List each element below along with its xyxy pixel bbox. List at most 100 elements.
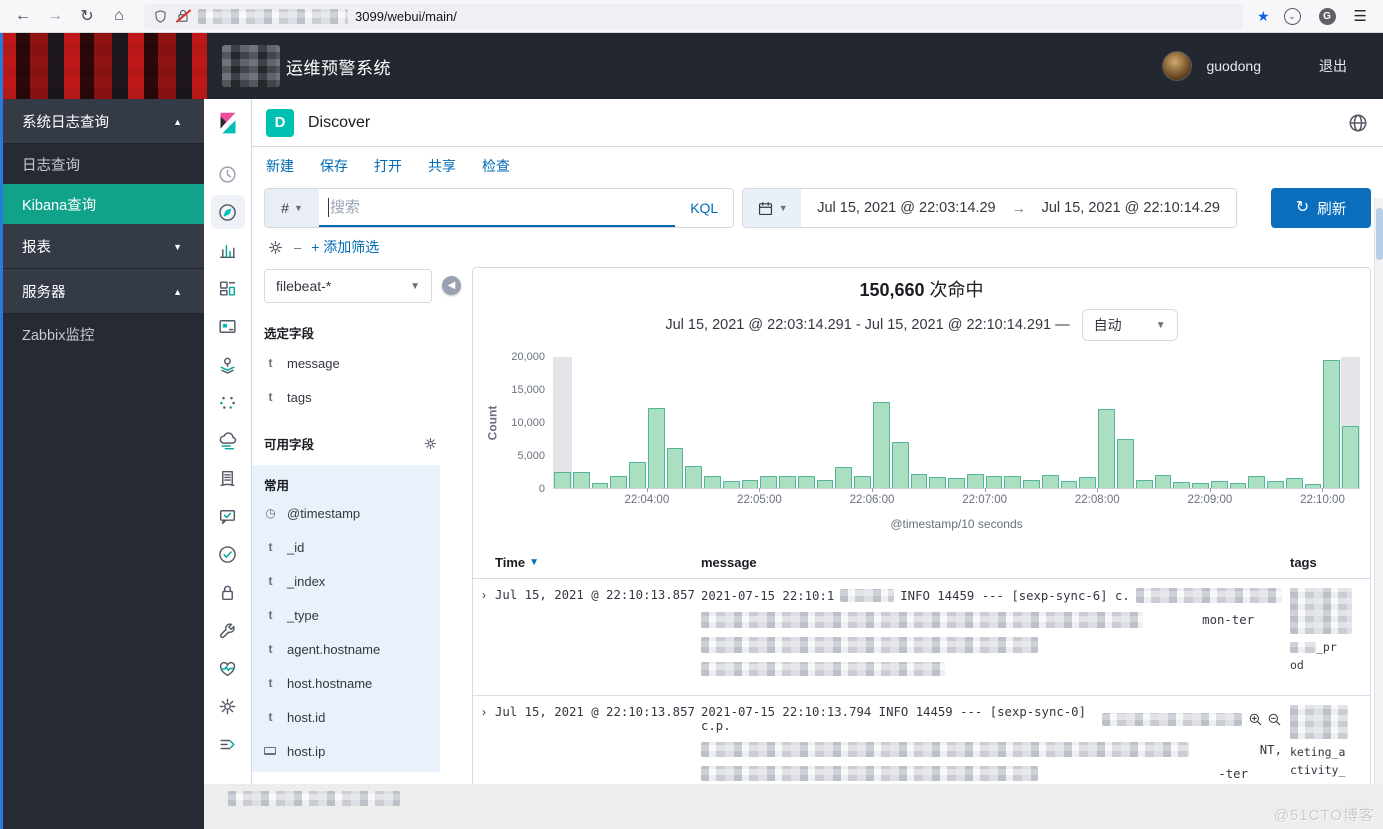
- bookmark-star-icon[interactable]: ★: [1257, 8, 1270, 25]
- visualize-icon[interactable]: [211, 233, 245, 267]
- sidebar-item-系统日志查询[interactable]: 系统日志查询▲: [0, 99, 204, 144]
- zoom-out-icon[interactable]: [1267, 712, 1282, 727]
- histogram-bar[interactable]: [760, 476, 777, 488]
- monitoring-heartbeat-icon[interactable]: [211, 651, 245, 685]
- histogram-bar[interactable]: [1023, 480, 1040, 488]
- menu-item-共享[interactable]: 共享: [428, 156, 456, 176]
- field-item-host.ip[interactable]: host.ip: [264, 734, 440, 768]
- dev-tools-wrench-icon[interactable]: [211, 613, 245, 647]
- histogram-bar[interactable]: [929, 477, 946, 488]
- scrollbar-thumb[interactable]: [1376, 208, 1383, 260]
- security-lock-icon[interactable]: [211, 575, 245, 609]
- histogram-bar[interactable]: [1230, 483, 1247, 488]
- histogram-bar[interactable]: [742, 480, 759, 489]
- pocket-icon[interactable]: ⌄: [1284, 8, 1301, 25]
- date-from[interactable]: Jul 15, 2021 @ 22:03:14.29: [801, 189, 1011, 227]
- canvas-icon[interactable]: [211, 309, 245, 343]
- machine-learning-icon[interactable]: [211, 385, 245, 419]
- histogram-bar[interactable]: [629, 462, 646, 488]
- index-pattern-select[interactable]: filebeat-* ▼: [264, 269, 432, 303]
- field-item-@timestamp[interactable]: ◷@timestamp: [264, 496, 440, 530]
- histogram-bar[interactable]: [1155, 475, 1172, 488]
- sidebar-item-日志查询[interactable]: 日志查询: [0, 144, 204, 184]
- expand-row-icon[interactable]: ›: [473, 705, 495, 719]
- date-to[interactable]: Jul 15, 2021 @ 22:10:14.29: [1026, 189, 1236, 227]
- refresh-button[interactable]: ↻ 刷新: [1271, 188, 1371, 228]
- histogram-bar[interactable]: [1136, 480, 1153, 489]
- histogram-bar[interactable]: [704, 476, 721, 488]
- histogram-bar[interactable]: [1342, 426, 1359, 488]
- dashboard-icon[interactable]: [211, 271, 245, 305]
- histogram-bar[interactable]: [817, 480, 834, 489]
- browser-account-avatar[interactable]: G: [1319, 8, 1336, 25]
- management-gear-icon[interactable]: [211, 689, 245, 723]
- field-item-agent.hostname[interactable]: tagent.hostname: [264, 632, 440, 666]
- user-avatar[interactable]: [1162, 51, 1192, 81]
- kql-toggle[interactable]: KQL: [675, 189, 733, 227]
- histogram-bar[interactable]: [1211, 481, 1228, 488]
- histogram-bar[interactable]: [779, 476, 796, 488]
- sidebar-item-报表[interactable]: 报表▼: [0, 224, 204, 269]
- expand-row-icon[interactable]: ›: [473, 588, 495, 602]
- histogram-bar[interactable]: [835, 467, 852, 488]
- logs-icon[interactable]: [211, 423, 245, 457]
- column-header-tags[interactable]: tags: [1290, 555, 1370, 570]
- browser-menu-icon[interactable]: ☰: [1354, 7, 1367, 25]
- histogram-bar[interactable]: [798, 476, 815, 488]
- collapse-sidebar-button[interactable]: ◀: [442, 276, 461, 295]
- field-item-_type[interactable]: t_type: [264, 598, 440, 632]
- histogram-bar[interactable]: [873, 402, 890, 488]
- shield-icon[interactable]: [153, 9, 168, 24]
- histogram-bar[interactable]: [573, 472, 590, 488]
- forward-icon[interactable]: →: [40, 3, 70, 29]
- filter-settings-gear-icon[interactable]: [267, 239, 284, 256]
- histogram-bar[interactable]: [948, 478, 965, 488]
- histogram-bar[interactable]: [967, 474, 984, 488]
- logout-button[interactable]: 退出: [1319, 56, 1347, 76]
- calendar-button[interactable]: ▼: [743, 189, 801, 227]
- help-icon[interactable]: [1347, 112, 1369, 134]
- search-input[interactable]: [330, 199, 675, 216]
- histogram-bar[interactable]: [1079, 477, 1096, 488]
- histogram-bar[interactable]: [592, 483, 609, 488]
- histogram-bar[interactable]: [685, 466, 702, 488]
- field-item-_index[interactable]: t_index: [264, 564, 440, 598]
- field-item-host.hostname[interactable]: thost.hostname: [264, 666, 440, 700]
- menu-item-检查[interactable]: 检查: [482, 156, 510, 176]
- field-settings-gear-icon[interactable]: [423, 436, 438, 451]
- histogram-bar[interactable]: [723, 481, 740, 488]
- notebook-icon[interactable]: [211, 461, 245, 495]
- histogram-bar[interactable]: [1323, 360, 1340, 488]
- histogram-bar[interactable]: [854, 476, 871, 488]
- sidebar-item-服务器[interactable]: 服务器▲: [0, 269, 204, 314]
- histogram-bar[interactable]: [610, 476, 627, 488]
- histogram-bar[interactable]: [1173, 482, 1190, 488]
- menu-item-保存[interactable]: 保存: [320, 156, 348, 176]
- recent-icon[interactable]: [211, 157, 245, 191]
- url-bar[interactable]: 3099/webui/main/: [144, 4, 1243, 29]
- uptime-icon[interactable]: [211, 499, 245, 533]
- sidebar-item-Zabbix监控[interactable]: Zabbix监控: [0, 314, 204, 354]
- histogram-bar[interactable]: [1098, 409, 1115, 488]
- home-icon[interactable]: ⌂: [104, 3, 134, 29]
- field-item-host.id[interactable]: thost.id: [264, 700, 440, 734]
- sidebar-item-Kibana查询[interactable]: Kibana查询: [0, 184, 204, 224]
- field-item-message[interactable]: tmessage: [264, 346, 460, 380]
- status-check-icon[interactable]: [211, 537, 245, 571]
- column-header-time[interactable]: Time ▼: [495, 555, 701, 570]
- column-header-message[interactable]: message: [701, 555, 1290, 570]
- histogram-bar[interactable]: [1192, 483, 1209, 488]
- histogram-bar[interactable]: [1004, 476, 1021, 488]
- histogram-bar[interactable]: [911, 474, 928, 488]
- discover-badge[interactable]: D: [266, 109, 294, 137]
- back-icon[interactable]: ←: [8, 3, 38, 29]
- expand-nav-icon[interactable]: [211, 727, 245, 761]
- histogram-bar[interactable]: [667, 448, 684, 488]
- histogram-bar[interactable]: [892, 442, 909, 488]
- menu-item-新建[interactable]: 新建: [266, 156, 294, 176]
- menu-item-打开[interactable]: 打开: [374, 156, 402, 176]
- histogram-bar[interactable]: [1305, 484, 1322, 488]
- insecure-lock-icon[interactable]: [175, 8, 191, 24]
- histogram-bar[interactable]: [1248, 476, 1265, 488]
- add-filter-link[interactable]: + 添加筛选: [311, 237, 379, 257]
